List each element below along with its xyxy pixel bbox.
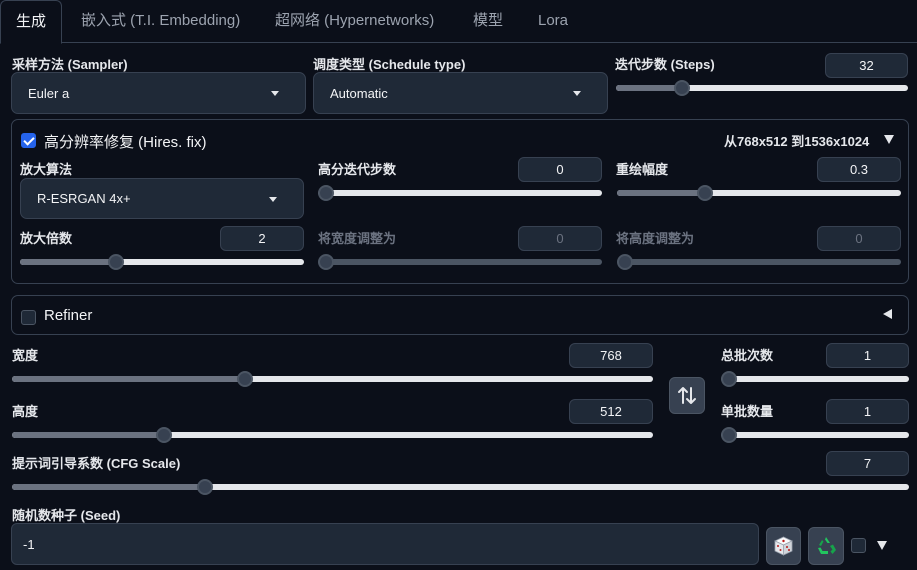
hires-fix-label: 高分辨率修复 (Hires. fix) xyxy=(44,134,207,151)
batch-size-slider[interactable] xyxy=(721,427,909,443)
swap-dimensions-button[interactable] xyxy=(669,377,705,414)
seed-value: -1 xyxy=(23,536,35,552)
reuse-seed-button[interactable] xyxy=(808,527,844,565)
hires-steps-slider[interactable] xyxy=(318,185,602,201)
resize-height-slider[interactable] xyxy=(617,254,901,270)
chevron-down-icon xyxy=(269,196,277,202)
slider-thumb[interactable] xyxy=(155,427,172,443)
steps-label: 迭代步数 (Steps) xyxy=(615,57,715,72)
height-slider[interactable] xyxy=(12,427,653,443)
cfg-input[interactable]: 7 xyxy=(826,451,909,476)
width-input[interactable]: 768 xyxy=(569,343,653,368)
tab-bar: 生成 嵌入式 (T.I. Embedding) 超网络 (Hypernetwor… xyxy=(0,0,917,44)
schedule-dropdown[interactable]: Automatic xyxy=(313,72,608,114)
refiner-panel xyxy=(11,295,909,335)
slider-thumb[interactable] xyxy=(721,427,737,443)
batch-size-label: 单批数量 xyxy=(721,404,774,419)
tab-embedding[interactable]: 嵌入式 (T.I. Embedding) xyxy=(66,0,255,43)
recycle-icon xyxy=(818,537,836,554)
sampler-dropdown[interactable]: Euler a xyxy=(11,72,306,114)
hires-steps-input[interactable]: 0 xyxy=(518,157,602,182)
slider-thumb[interactable] xyxy=(697,185,714,201)
resize-height-label: 将高度调整为 xyxy=(616,231,695,246)
hires-steps-label: 高分迭代步数 xyxy=(318,162,397,177)
slider-thumb[interactable] xyxy=(673,80,690,96)
extra-seed-toggle-icon[interactable] xyxy=(877,541,887,550)
height-label: 高度 xyxy=(12,404,39,419)
resize-width-slider[interactable] xyxy=(318,254,602,270)
resize-height-input[interactable]: 0 xyxy=(817,226,901,251)
seed-input[interactable]: -1 xyxy=(11,523,759,565)
chevron-down-icon xyxy=(271,91,279,96)
refiner-label: Refiner xyxy=(44,307,93,324)
tab-models[interactable]: 模型 xyxy=(458,0,518,43)
random-seed-button[interactable] xyxy=(766,527,801,565)
steps-input[interactable]: 32 xyxy=(825,53,908,78)
chevron-down-icon xyxy=(573,91,581,96)
batch-count-label: 总批次数 xyxy=(721,348,774,363)
sampler-label: 采样方法 (Sampler) xyxy=(12,57,128,72)
batch-size-input[interactable]: 1 xyxy=(826,399,909,424)
upscaler-dropdown[interactable]: R-ESRGAN 4x+ xyxy=(20,178,304,219)
denoise-slider[interactable] xyxy=(617,185,901,201)
resize-width-label: 将宽度调整为 xyxy=(318,231,397,246)
cfg-label: 提示词引导系数 (CFG Scale) xyxy=(12,456,181,471)
schedule-value: Automatic xyxy=(330,85,388,101)
dice-icon xyxy=(774,536,793,556)
resize-width-input[interactable]: 0 xyxy=(518,226,602,251)
hires-fix-checkbox[interactable] xyxy=(21,133,36,148)
collapse-icon[interactable] xyxy=(884,135,894,144)
upscale-by-input[interactable]: 2 xyxy=(220,226,304,251)
slider-thumb[interactable] xyxy=(197,479,213,495)
denoise-label: 重绘幅度 xyxy=(616,162,669,177)
upscaler-value: R-ESRGAN 4x+ xyxy=(37,191,131,206)
cfg-slider[interactable] xyxy=(12,479,909,495)
sampler-value: Euler a xyxy=(28,85,70,101)
slider-thumb[interactable] xyxy=(721,371,737,387)
tab-generate[interactable]: 生成 xyxy=(0,0,63,44)
width-label: 宽度 xyxy=(12,348,39,363)
slider-thumb[interactable] xyxy=(318,185,334,201)
slider-thumb[interactable] xyxy=(108,254,125,270)
expand-icon[interactable] xyxy=(883,309,892,319)
tab-lora[interactable]: Lora xyxy=(523,0,583,43)
slider-thumb[interactable] xyxy=(318,254,334,270)
schedule-label: 调度类型 (Schedule type) xyxy=(313,57,466,72)
tab-hypernetworks[interactable]: 超网络 (Hypernetworks) xyxy=(260,0,449,43)
upscale-by-slider[interactable] xyxy=(20,254,304,270)
batch-count-input[interactable]: 1 xyxy=(826,343,909,368)
swap-arrows-icon xyxy=(678,387,696,404)
hires-fix-info: 从768x512 到1536x1024 xyxy=(724,134,870,149)
upscaler-label: 放大算法 xyxy=(20,162,73,177)
seed-label: 随机数种子 (Seed) xyxy=(12,508,121,523)
slider-thumb[interactable] xyxy=(237,371,253,387)
refiner-checkbox[interactable] xyxy=(21,310,36,325)
denoise-input[interactable]: 0.3 xyxy=(817,157,901,182)
extra-seed-checkbox[interactable] xyxy=(851,538,866,553)
slider-thumb[interactable] xyxy=(617,254,633,270)
steps-slider[interactable] xyxy=(616,80,908,96)
batch-count-slider[interactable] xyxy=(721,371,909,387)
width-slider[interactable] xyxy=(12,371,653,387)
height-input[interactable]: 512 xyxy=(569,399,653,424)
upscale-by-label: 放大倍数 xyxy=(20,231,73,246)
